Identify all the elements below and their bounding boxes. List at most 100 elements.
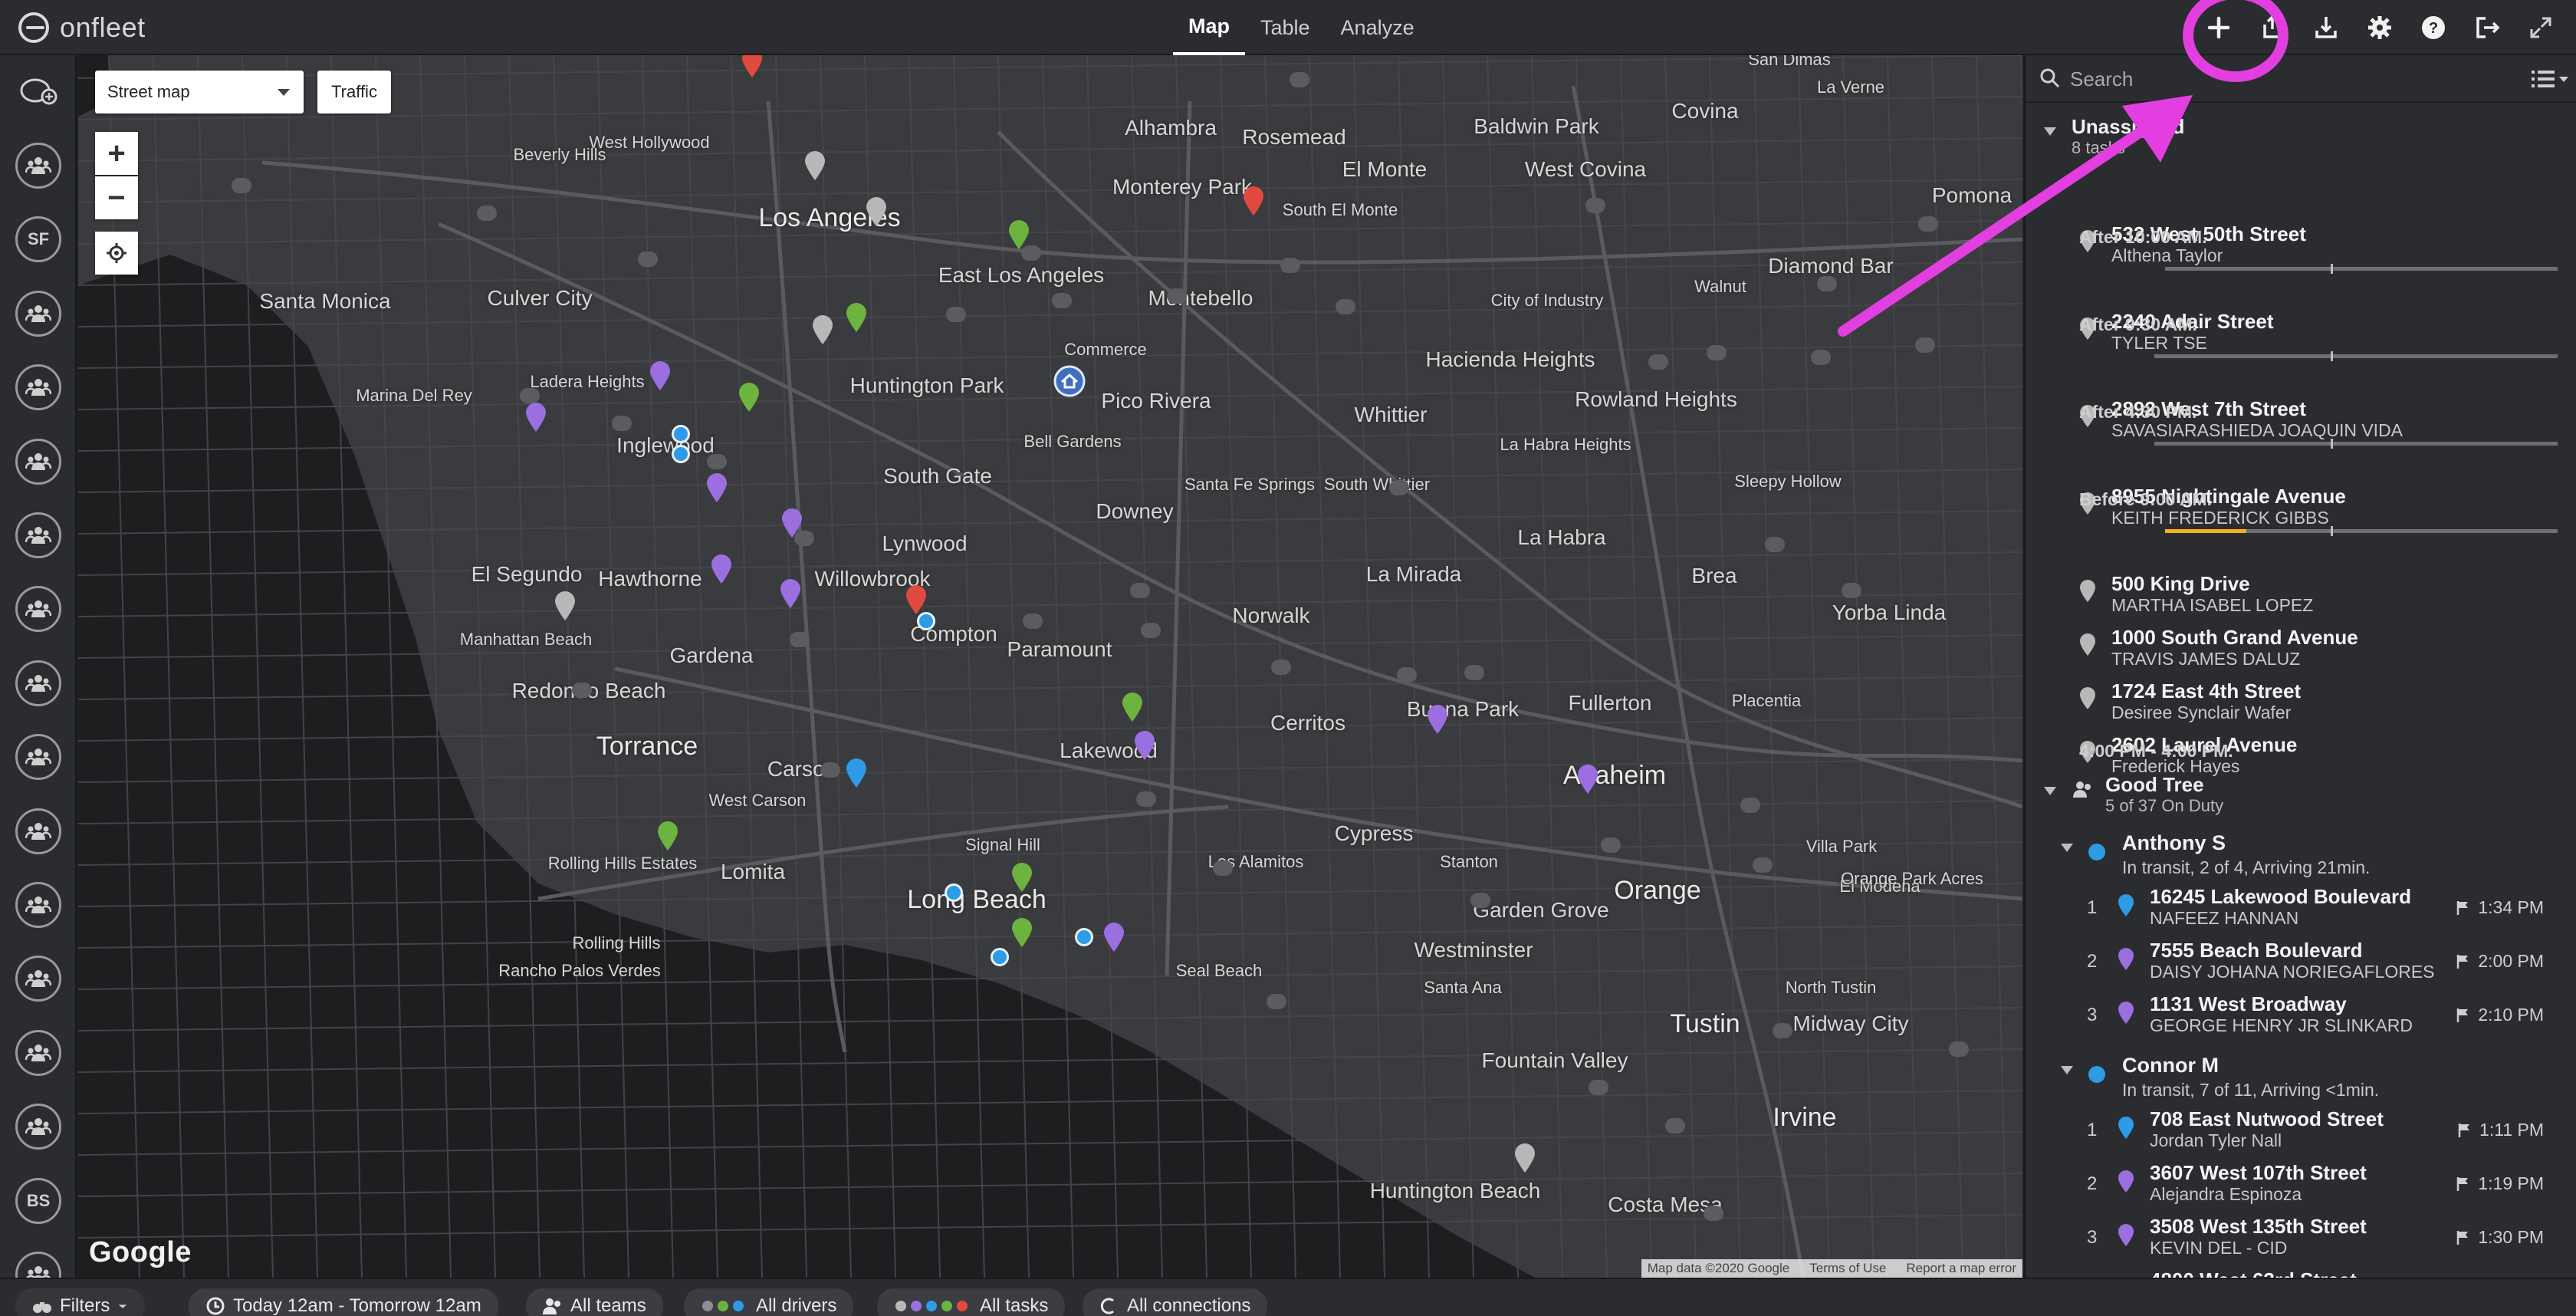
report-error-link[interactable]: Report a map error <box>1906 1261 2016 1276</box>
task-pin-icon[interactable] <box>1133 730 1156 761</box>
driver-location-dot[interactable] <box>1075 928 1093 946</box>
download-button[interactable] <box>2309 11 2343 44</box>
team-group-header[interactable]: Good Tree 5 of 37 On Duty <box>2026 773 2576 819</box>
add-task-button[interactable] <box>2202 11 2236 44</box>
task-pin-icon[interactable] <box>865 196 888 227</box>
driver-row[interactable]: Anthony S In transit, 2 of 4, Arriving 21… <box>2026 828 2576 882</box>
task-recipient: MARTHA ISABEL LOPEZ <box>2111 595 2314 615</box>
task-pin-icon[interactable] <box>811 314 834 345</box>
settings-button[interactable] <box>2363 11 2397 44</box>
task-pin-icon[interactable] <box>738 382 761 413</box>
task-pin-icon[interactable] <box>649 360 672 391</box>
team-button[interactable] <box>15 364 61 411</box>
team-button[interactable] <box>15 143 61 189</box>
team-button[interactable] <box>15 290 61 337</box>
collapse-triangle-icon[interactable] <box>2061 1066 2073 1074</box>
team-button[interactable] <box>15 1104 61 1150</box>
tab-table[interactable]: Table <box>1245 0 1326 55</box>
task-pin-icon[interactable] <box>1010 917 1033 948</box>
task-pin-icon[interactable] <box>1426 704 1449 735</box>
map-place-label: La Habra Heights <box>1500 435 1631 454</box>
map-canvas[interactable] <box>78 55 2022 1278</box>
team-button[interactable] <box>15 512 61 558</box>
team-button-bs[interactable]: BS <box>15 1177 61 1224</box>
task-pin-icon[interactable] <box>1576 764 1599 795</box>
date-range-filter[interactable]: Today 12am - Tomorrow 12am <box>189 1288 498 1316</box>
unassigned-task-row[interactable]: 1724 East 4th Street Desiree Synclair Waf… <box>2026 675 2576 729</box>
search-input[interactable] <box>2070 63 2484 95</box>
driver-location-dot[interactable] <box>917 612 935 630</box>
recenter-button[interactable] <box>95 232 138 275</box>
tab-analyze[interactable]: Analyze <box>1326 0 1430 55</box>
task-pin-icon[interactable] <box>1121 692 1144 722</box>
unassigned-task-row[interactable]: 1000 South Grand Avenue TRAVIS JAMES DALU… <box>2026 621 2576 675</box>
new-chat-button[interactable] <box>17 74 60 107</box>
terms-link[interactable]: Terms of Use <box>1809 1261 1886 1276</box>
map-view[interactable]: West Hollywood Beverly Hills Los Angeles Sa… <box>78 55 2022 1278</box>
team-button[interactable] <box>15 956 61 1002</box>
task-pin-icon[interactable] <box>710 554 733 584</box>
task-pin-icon[interactable] <box>554 591 577 621</box>
driver-location-dot[interactable] <box>991 948 1009 966</box>
team-button[interactable] <box>15 586 61 633</box>
driver-row[interactable]: Connor M In transit, 7 of 11, Arriving <1… <box>2026 1051 2576 1104</box>
task-pin-icon[interactable] <box>656 821 679 851</box>
filters-button[interactable]: Filters <box>15 1288 146 1316</box>
team-button[interactable] <box>15 438 61 485</box>
task-pin-icon[interactable] <box>1513 1143 1536 1173</box>
route-task-row[interactable]: 1 16245 Lakewood Boulevard NAFEEZ HANNAN 1:… <box>2026 882 2576 936</box>
unassigned-group-header[interactable]: Unassigned 8 tasks <box>2026 115 2576 161</box>
collapse-triangle-icon[interactable] <box>2061 844 2073 852</box>
task-pin-icon[interactable] <box>905 584 928 615</box>
team-button[interactable] <box>15 734 61 781</box>
zoom-out-button[interactable]: − <box>95 176 138 219</box>
team-button[interactable] <box>15 882 61 928</box>
task-pin-icon[interactable] <box>1007 219 1030 250</box>
drivers-filter[interactable]: All drivers <box>684 1288 854 1316</box>
tasks-filter[interactable]: All tasks <box>877 1288 1066 1316</box>
map-place-label: Pico Rivera <box>1101 389 1211 413</box>
team-button-sf[interactable]: SF <box>15 216 61 263</box>
eta-time: 2:00 PM <box>2478 951 2544 971</box>
driver-location-dot[interactable] <box>945 883 963 902</box>
logout-button[interactable] <box>2470 11 2504 44</box>
route-task-row[interactable]: 1 708 East Nutwood Street Jordan Tyler Nal… <box>2026 1104 2576 1158</box>
route-task-row[interactable]: 4800 West 63rd Street <box>2026 1265 2576 1278</box>
route-task-row[interactable]: 3 3508 West 135th Street KEVIN DEL - CID 1:… <box>2026 1212 2576 1265</box>
task-pin-icon[interactable] <box>779 578 802 609</box>
team-button[interactable] <box>15 660 61 706</box>
team-button[interactable] <box>15 808 61 854</box>
route-task-row[interactable]: 3 1131 West Broadway GEORGE HENRY JR SLINK… <box>2026 989 2576 1043</box>
expand-button[interactable] <box>2524 11 2558 44</box>
map-type-select[interactable]: Street map <box>95 71 304 114</box>
map-place-label: Villa Park <box>1806 837 1878 856</box>
unassigned-task-row[interactable]: 500 King Drive MARTHA ISABEL LOPEZ <box>2026 568 2576 621</box>
task-pin-icon[interactable] <box>741 55 764 78</box>
connections-filter[interactable]: All connections <box>1083 1288 1268 1316</box>
teams-filter[interactable]: All teams <box>526 1288 663 1316</box>
task-pin-icon[interactable] <box>705 472 728 503</box>
zoom-in-button[interactable]: + <box>95 132 138 175</box>
task-pin-icon[interactable] <box>803 150 826 181</box>
team-button[interactable] <box>15 1029 61 1076</box>
export-button[interactable] <box>2256 11 2289 44</box>
collapse-triangle-icon[interactable] <box>2044 787 2056 795</box>
task-pin-icon[interactable] <box>1010 862 1033 893</box>
route-task-row[interactable]: 2 3607 West 107th Street Alejandra Espinoz… <box>2026 1158 2576 1212</box>
help-button[interactable]: ? <box>2417 11 2450 44</box>
driver-location-dot[interactable] <box>672 445 690 463</box>
route-task-row[interactable]: 2 7555 Beach Boulevard DAISY JOHANA NORIEG… <box>2026 936 2576 989</box>
onfleet-logo[interactable]: onfleet <box>18 11 146 44</box>
collapse-triangle-icon[interactable] <box>2044 127 2056 136</box>
task-pin-icon[interactable] <box>845 302 868 333</box>
task-pin-icon[interactable] <box>1102 922 1125 952</box>
tab-map[interactable]: Map <box>1173 0 1245 55</box>
task-pin-icon[interactable] <box>780 508 803 538</box>
traffic-toggle-button[interactable]: Traffic <box>317 71 391 114</box>
driver-location-dot[interactable] <box>672 425 690 443</box>
list-options-icon[interactable] <box>2528 66 2571 92</box>
task-pin-icon[interactable] <box>524 402 547 433</box>
task-pin-icon[interactable] <box>845 758 868 788</box>
home-base-icon[interactable] <box>1053 365 1086 397</box>
task-pin-icon[interactable] <box>1242 186 1265 216</box>
